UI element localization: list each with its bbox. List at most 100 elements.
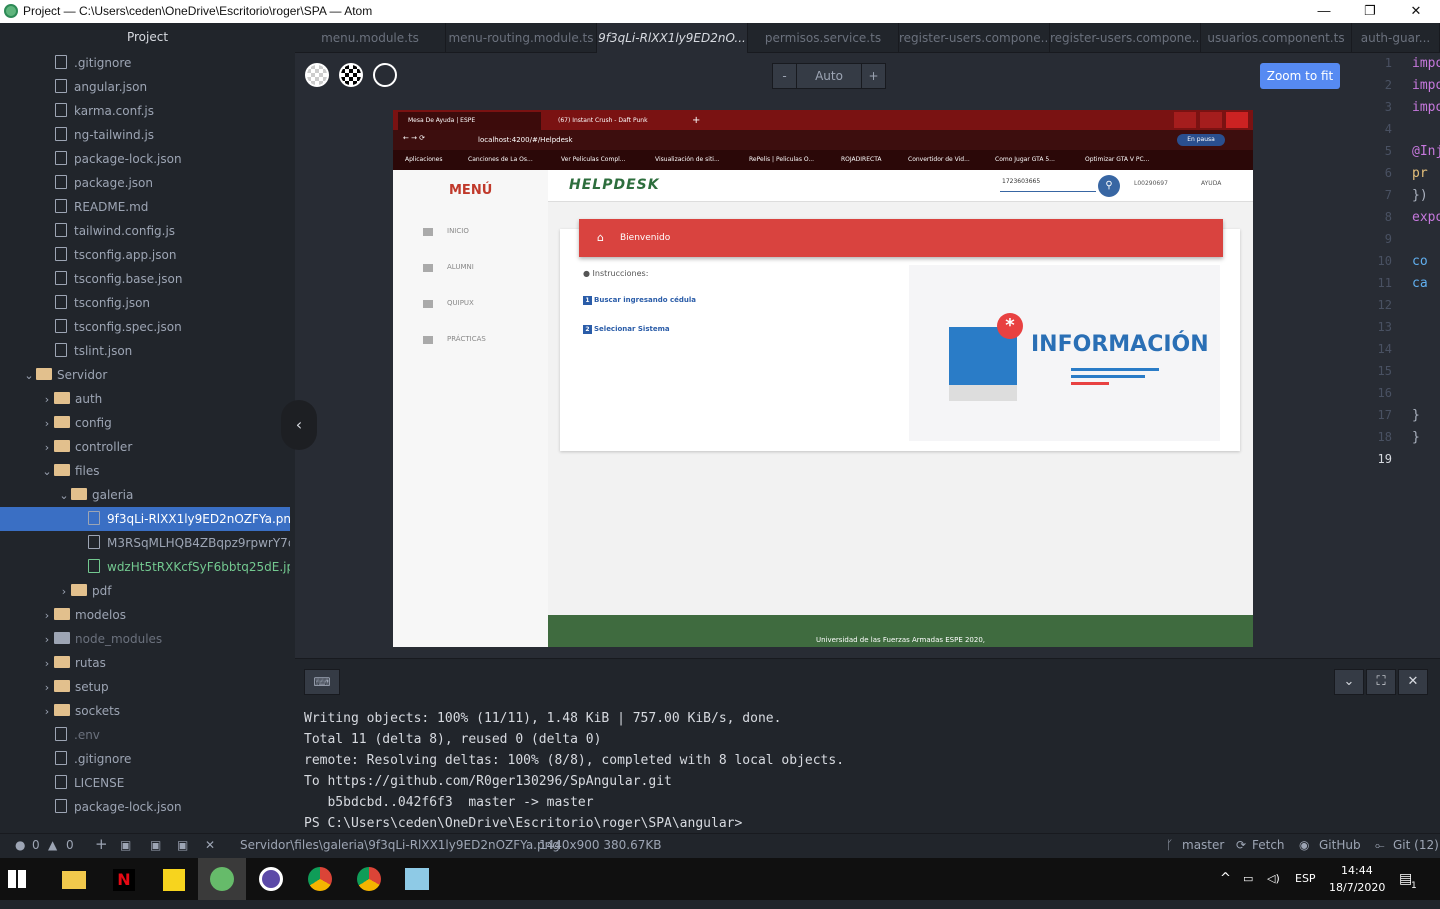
zoom-to-fit-button[interactable]: Zoom to fit [1260, 63, 1340, 89]
file-explorer-icon[interactable] [62, 871, 86, 889]
fetch-button[interactable]: Fetch [1252, 838, 1285, 852]
tree-item[interactable]: wdzHt5tRXKcfSyF6bbtq25dE.jpg [0, 555, 290, 579]
restore-button[interactable]: ❐ [1347, 0, 1393, 23]
tree-item[interactable]: tsconfig.app.json [0, 243, 290, 267]
app-footer: Universidad de las Fuerzas Armadas ESPE … [548, 615, 1253, 647]
tree-item[interactable]: ⌄ galeria [0, 483, 290, 507]
terminal-icon[interactable]: ▣ [120, 838, 131, 852]
folder-icon [54, 608, 70, 620]
tree-item[interactable]: package.json [0, 171, 290, 195]
browser-restore-icon [1200, 112, 1222, 128]
close-button[interactable]: ✕ [1393, 0, 1439, 23]
tab[interactable]: menu-routing.module.ts [446, 23, 597, 53]
tree-item[interactable]: ng-tailwind.js [0, 123, 290, 147]
transparent-bg-button[interactable] [373, 63, 397, 87]
code-line: impo [1412, 56, 1440, 71]
tree-item[interactable]: M3RSqMLHQB4ZBqpz9rpwrY7q.j [0, 531, 290, 555]
step-2: 2 Selecionar Sistema [583, 325, 670, 334]
git-icon: ⟜ [1375, 838, 1385, 852]
app-icon[interactable] [405, 868, 429, 890]
close-terminal-icon[interactable]: ✕ [1398, 669, 1428, 695]
chevron-icon: › [44, 609, 50, 622]
tree-item[interactable]: › modelos [0, 603, 290, 627]
tree-item[interactable]: package-lock.json [0, 795, 290, 819]
terminal-panel[interactable]: ⌨ ⌄ ⛶ ✕ Writing objects: 100% (11/11), 1… [295, 658, 1440, 833]
tab[interactable]: register-users.compone... [1050, 23, 1201, 53]
branch-name[interactable]: master [1182, 838, 1224, 852]
tree-item[interactable]: tsconfig.json [0, 291, 290, 315]
tree-item[interactable]: ⌄ files [0, 459, 290, 483]
zoom-out-button[interactable]: - [773, 64, 797, 88]
tree-item[interactable]: › node_modules [0, 627, 290, 651]
tree-item[interactable]: angular.json [0, 75, 290, 99]
git-button[interactable]: Git (12) [1393, 838, 1439, 852]
file-path[interactable]: Servidor\files\galeria\9f3qLi-RlXX1ly9ED… [240, 838, 560, 852]
tree-item[interactable]: package-lock.json [0, 147, 290, 171]
sticky-notes-icon[interactable] [163, 869, 185, 891]
file-icon [55, 295, 67, 309]
error-count[interactable]: 0 [32, 838, 40, 852]
checker-dark-bg-button[interactable] [339, 63, 363, 87]
tree-item[interactable]: 9f3qLi-RlXX1ly9ED2nOZFYa.png [0, 507, 290, 531]
tree-item[interactable]: › sockets [0, 699, 290, 723]
tab[interactable]: register-users.compone... [899, 23, 1050, 53]
chrome-icon[interactable] [308, 867, 332, 891]
terminal-icon-2[interactable]: ▣ [150, 838, 161, 852]
tree-item[interactable]: .gitignore [0, 747, 290, 771]
tree-item[interactable]: › controller [0, 435, 290, 459]
zoom-level[interactable]: Auto [797, 64, 861, 88]
tree-item[interactable]: .env [0, 723, 290, 747]
tree-item[interactable]: karma.conf.js [0, 99, 290, 123]
tree-item[interactable]: › setup [0, 675, 290, 699]
error-icon[interactable]: ● [15, 838, 25, 852]
tab[interactable]: usuarios.component.ts [1201, 23, 1352, 53]
terminal-line: remote: Resolving deltas: 100% (8/8), co… [304, 753, 845, 768]
tree-item[interactable]: › pdf [0, 579, 290, 603]
line-number: 19 [1377, 452, 1392, 466]
step-1: 1 Buscar ingresando cédula [583, 296, 696, 305]
tray-chevron-icon[interactable]: ^ [1220, 858, 1231, 900]
tree-item[interactable]: ⌄ Servidor [0, 363, 290, 387]
language-indicator[interactable]: ESP [1295, 858, 1316, 900]
tree-item-label: auth [75, 392, 103, 406]
tree-item[interactable]: tslint.json [0, 339, 290, 363]
tree-item[interactable]: › rutas [0, 651, 290, 675]
warning-icon[interactable]: ▲ [48, 838, 57, 852]
zoom-in-button[interactable]: + [861, 64, 885, 88]
tab[interactable]: auth-guar... [1352, 23, 1440, 53]
folder-icon [54, 464, 70, 476]
tree-item[interactable]: › config [0, 411, 290, 435]
chrome-icon-2[interactable] [357, 867, 381, 891]
tree-item[interactable]: tailwind.config.js [0, 219, 290, 243]
netflix-icon[interactable]: N [113, 869, 135, 891]
close-icon[interactable]: ✕ [205, 838, 215, 852]
tab[interactable]: permisos.service.ts [748, 23, 899, 53]
chevron-down-icon[interactable]: ⌄ [1334, 669, 1364, 695]
tree-item[interactable]: tsconfig.spec.json [0, 315, 290, 339]
network-icon[interactable]: ▭ [1243, 858, 1253, 900]
bookmark-item: RePelis | Peliculas O... [749, 156, 815, 163]
tree-item[interactable]: LICENSE [0, 771, 290, 795]
volume-icon[interactable]: ◁) [1267, 858, 1280, 900]
tree-item[interactable]: .gitignore [0, 51, 290, 75]
terminal-icon-3[interactable]: ▣ [177, 838, 188, 852]
tree-item-label: tsconfig.spec.json [74, 320, 182, 334]
clock-date[interactable]: 18/7/2020 [1329, 867, 1385, 909]
windows-start-icon[interactable] [8, 870, 26, 888]
chevron-icon: ⌄ [42, 465, 52, 478]
tree-item[interactable]: tsconfig.base.json [0, 267, 290, 291]
collapse-panel-button[interactable]: ‹ [281, 400, 317, 450]
tree-item[interactable]: README.md [0, 195, 290, 219]
minimize-button[interactable]: — [1301, 0, 1347, 23]
code-editor[interactable]: impo impo impo @Inj pr}) expo co ca }} [1402, 53, 1440, 658]
checker-bg-button[interactable] [305, 63, 329, 87]
maximize-icon[interactable]: ⛶ [1366, 669, 1396, 695]
tab[interactable]: menu.module.ts [295, 23, 446, 53]
warning-count[interactable]: 0 [66, 838, 74, 852]
add-icon[interactable]: + [95, 835, 108, 853]
tab[interactable]: 9f3qLi-RlXX1ly9ED2nO... [597, 23, 748, 53]
tree-item[interactable]: › auth [0, 387, 290, 411]
atom-taskbar-icon[interactable] [198, 858, 246, 900]
eclipse-icon[interactable] [259, 867, 283, 891]
keyboard-icon[interactable]: ⌨ [304, 669, 340, 695]
